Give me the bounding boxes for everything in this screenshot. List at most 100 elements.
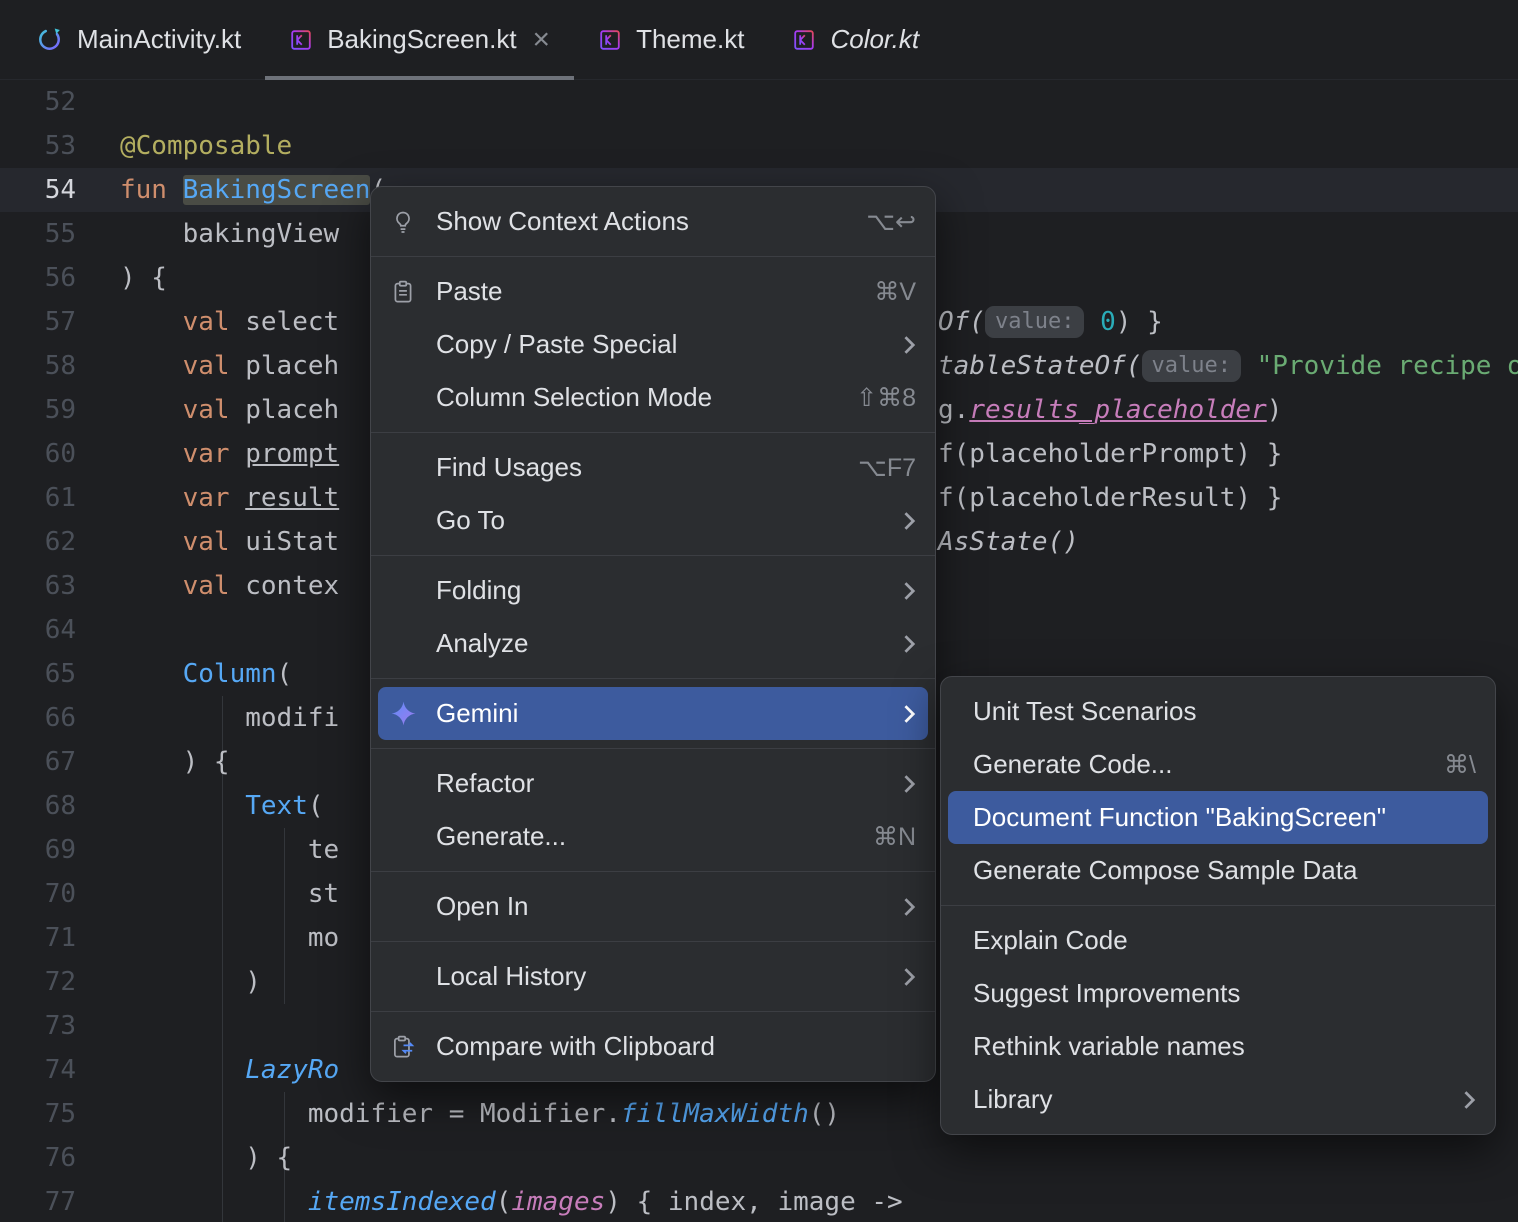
chevron-right-icon xyxy=(903,634,916,654)
line-number: 53 xyxy=(44,131,76,161)
menu-item-label: Copy / Paste Special xyxy=(436,329,678,359)
chevron-right-icon xyxy=(903,581,916,601)
code-token: val xyxy=(182,307,246,337)
menu-item-suggest-improvements[interactable]: Suggest Improvements xyxy=(948,967,1488,1020)
code-token: var xyxy=(182,483,246,513)
menu-item-label: Unit Test Scenarios xyxy=(973,696,1197,726)
line-number: 52 xyxy=(44,87,76,117)
code-token: ) xyxy=(605,1187,621,1217)
menu-separator xyxy=(371,871,935,872)
line-number: 56 xyxy=(44,263,76,293)
menu-item-paste[interactable]: Paste ⌘V xyxy=(378,265,928,318)
menu-item-folding[interactable]: Folding xyxy=(378,564,928,617)
code-token: placeh xyxy=(245,351,340,381)
line-number: 55 xyxy=(44,219,76,249)
code-token: fillMaxWidth xyxy=(620,1099,809,1129)
code-text: val contex xyxy=(120,571,340,601)
code-line-77: 77 itemsIndexed(images) { index, image -… xyxy=(0,1180,1518,1222)
menu-item-open-in[interactable]: Open In xyxy=(378,880,928,933)
chevron-right-icon xyxy=(903,511,916,531)
tab-color-kt[interactable]: Color.kt xyxy=(768,0,943,79)
chevron-right-icon xyxy=(903,335,916,355)
tab-theme-kt[interactable]: Theme.kt xyxy=(574,0,768,79)
menu-item-library[interactable]: Library xyxy=(948,1073,1488,1126)
menu-item-compare-with-clipboard[interactable]: Compare with Clipboard xyxy=(378,1020,928,1073)
menu-item-document-function-bakingscreen[interactable]: Document Function "BakingScreen" xyxy=(948,791,1488,844)
code-token: itemsIndexed xyxy=(307,1187,496,1217)
chevron-right-icon xyxy=(1463,1090,1476,1110)
menu-item-label: Document Function "BakingScreen" xyxy=(973,802,1387,832)
menu-item-label: Refactor xyxy=(436,768,535,798)
menu-separator xyxy=(371,432,935,433)
menu-item-label: Library xyxy=(973,1084,1053,1114)
menu-item-gemini[interactable]: Gemini xyxy=(378,687,928,740)
tab-mainactivity-kt[interactable]: MainActivity.kt xyxy=(12,0,265,79)
menu-separator xyxy=(371,941,935,942)
menu-item-rethink-variable-names[interactable]: Rethink variable names xyxy=(948,1020,1488,1073)
menu-item-shortcut: ⌘N xyxy=(872,822,916,851)
code-token: select xyxy=(245,307,340,337)
menu-item-analyze[interactable]: Analyze xyxy=(378,617,928,670)
code-token: val xyxy=(182,351,246,381)
menu-item-label: Column Selection Mode xyxy=(436,382,713,412)
menu-item-generate[interactable]: Generate... ⌘N xyxy=(378,810,928,863)
menu-separator xyxy=(371,748,935,749)
menu-item-label: Paste xyxy=(436,276,503,306)
menu-separator xyxy=(941,905,1495,906)
close-icon[interactable]: × xyxy=(533,24,551,55)
editor-context-menu: Show Context Actions ⌥↩ Paste ⌘V Copy / Past… xyxy=(370,186,936,1082)
code-token: bakingView xyxy=(120,219,340,249)
code-text: fun BakingScreen( xyxy=(120,175,386,205)
menu-item-local-history[interactable]: Local History xyxy=(378,950,928,1003)
line-number: 69 xyxy=(44,835,76,865)
inlay-hint: value: xyxy=(984,306,1085,338)
menu-item-show-context-actions[interactable]: Show Context Actions ⌥↩ xyxy=(378,195,928,248)
menu-item-generate-code[interactable]: Generate Code... ⌘\ xyxy=(948,738,1488,791)
menu-item-label: Explain Code xyxy=(973,925,1128,955)
menu-item-generate-compose-sample-data[interactable]: Generate Compose Sample Data xyxy=(948,844,1488,897)
menu-item-copy-paste-special[interactable]: Copy / Paste Special xyxy=(378,318,928,371)
menu-item-label: Compare with Clipboard xyxy=(436,1031,715,1061)
code-text-right: tableStateOf(value: "Provide recipe of xyxy=(938,344,1518,388)
code-token: @Composable xyxy=(120,131,293,161)
code-text: st xyxy=(120,879,339,909)
menu-item-go-to[interactable]: Go To xyxy=(378,494,928,547)
compare-icon xyxy=(390,1034,436,1060)
menu-item-label: Generate Code... xyxy=(973,749,1173,779)
code-token: modifier = Modifier. xyxy=(120,1099,621,1129)
code-token: var xyxy=(182,439,246,469)
code-line-52: 52 xyxy=(0,80,1518,124)
code-token: 0 xyxy=(1100,307,1116,337)
menu-separator xyxy=(371,1011,935,1012)
line-number: 68 xyxy=(44,791,76,821)
code-text: Column( xyxy=(120,659,293,689)
code-text-right: Of(value: 0) } xyxy=(938,300,1163,344)
kotlin-icon xyxy=(598,28,622,52)
gemini-submenu: Unit Test Scenarios Generate Code... ⌘\ Doc… xyxy=(940,676,1496,1135)
ide-window: MainActivity.kt BakingScreen.kt × Theme.kt C… xyxy=(0,0,1518,1222)
line-number: 72 xyxy=(44,967,76,997)
menu-item-find-usages[interactable]: Find Usages ⌥F7 xyxy=(378,441,928,494)
menu-item-label: Generate... xyxy=(436,821,567,851)
lightbulb-icon xyxy=(390,209,436,235)
tab-bakingscreen-kt[interactable]: BakingScreen.kt × xyxy=(265,0,574,80)
line-number: 74 xyxy=(44,1055,76,1085)
kotlin-icon xyxy=(289,28,313,52)
menu-item-column-selection-mode[interactable]: Column Selection Mode ⇧⌘8 xyxy=(378,371,928,424)
code-token: g. xyxy=(938,395,970,425)
menu-item-explain-code[interactable]: Explain Code xyxy=(948,914,1488,967)
line-number: 62 xyxy=(44,527,76,557)
line-number: 54 xyxy=(44,175,76,205)
code-text: LazyRo xyxy=(120,1055,339,1085)
code-token: { index, image -> xyxy=(620,1187,903,1217)
line-number: 61 xyxy=(44,483,76,513)
menu-item-unit-test-scenarios[interactable]: Unit Test Scenarios xyxy=(948,685,1488,738)
code-token: f(placeholderPrompt) } xyxy=(938,439,1283,469)
menu-item-refactor[interactable]: Refactor xyxy=(378,757,928,810)
line-number: 60 xyxy=(44,439,76,469)
